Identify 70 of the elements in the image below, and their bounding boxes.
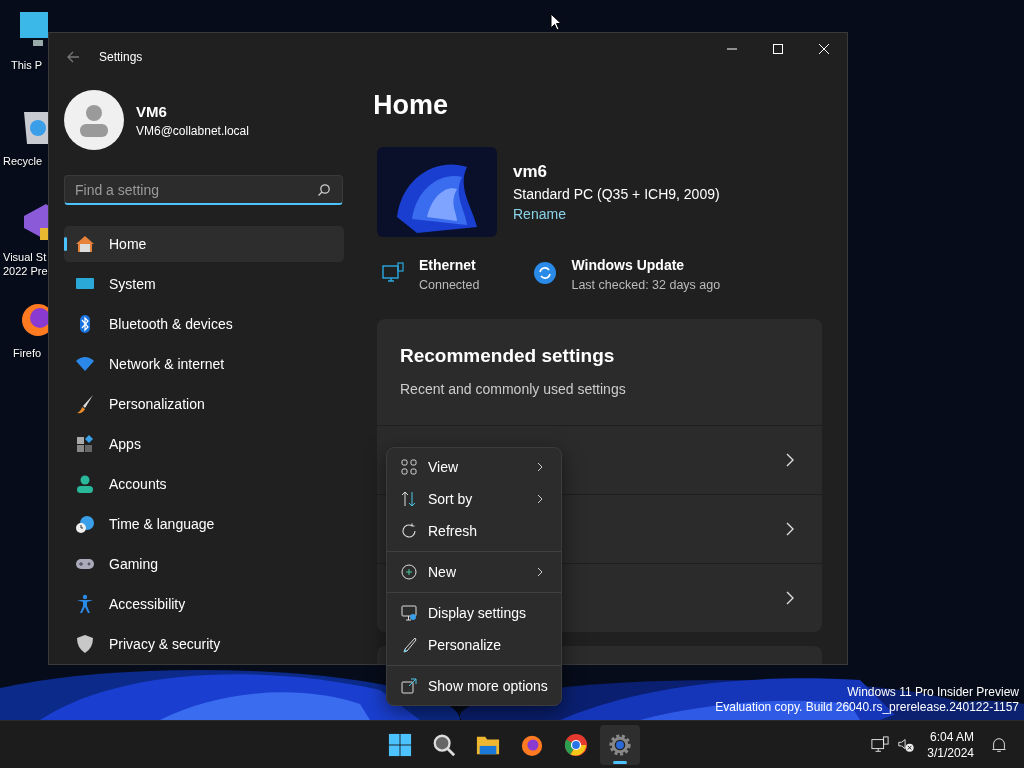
status-detail: Connected (419, 278, 480, 292)
rename-link[interactable]: Rename (513, 206, 720, 222)
nav-item[interactable]: Personalization (64, 386, 344, 422)
icon-label: Recycle (3, 154, 43, 168)
grid-icon (401, 459, 417, 475)
menu-item[interactable]: View (391, 451, 557, 483)
search-field[interactable]: Find a setting (64, 175, 343, 205)
bell-icon[interactable] (990, 735, 1008, 754)
shield-icon (75, 634, 95, 654)
nav-item[interactable]: System (64, 266, 344, 302)
chevron-right-icon[interactable] (786, 591, 794, 605)
nav-item[interactable]: Apps (64, 426, 344, 462)
nav-item[interactable]: Time & language (64, 506, 344, 542)
globe-clock-icon (75, 514, 95, 534)
network-computer-icon[interactable] (871, 735, 890, 754)
status-detail: Last checked: 32 days ago (571, 278, 721, 292)
menu-item[interactable]: Personalize (391, 629, 557, 661)
nav-item[interactable]: Accessibility (64, 586, 344, 622)
device-model: Standard PC (Q35 + ICH9, 2009) (513, 186, 720, 202)
user-name: VM6 (136, 102, 168, 120)
chevron-right-icon[interactable] (786, 522, 794, 536)
chevron-right-icon[interactable] (786, 453, 794, 467)
nav-item[interactable]: Bluetooth & devices (64, 306, 344, 342)
chevron-right-icon (537, 567, 543, 577)
icon-label: Firefo (12, 346, 42, 360)
page-title: Home (375, 90, 449, 121)
menu-item[interactable]: Show more options (391, 670, 557, 702)
person-icon (75, 474, 95, 494)
nav-item[interactable]: Accounts (64, 466, 344, 502)
build-info-text: Windows 11 Pro Insider Preview (847, 685, 1019, 700)
chevron-right-icon (537, 462, 543, 472)
refresh-icon (401, 523, 417, 539)
menu-item[interactable]: New (391, 556, 557, 588)
menu-item[interactable]: Refresh (391, 515, 557, 547)
nav-item[interactable]: Privacy & security (64, 626, 344, 662)
clock-time[interactable]: 6:04 AM (929, 728, 974, 745)
menu-item[interactable]: Sort by (391, 483, 557, 515)
nav-item[interactable]: Network & internet (64, 346, 344, 382)
clock-date[interactable]: 3/1/2024 (927, 744, 974, 761)
icon-label: Visual St (3, 250, 47, 264)
network-computer-icon (381, 261, 405, 285)
card-subtitle: Recent and commonly used settings (400, 381, 627, 397)
close-icon (819, 44, 829, 54)
plus-circle-icon (401, 564, 417, 580)
search-icon (317, 183, 331, 197)
sort-icon (401, 491, 417, 507)
sync-icon (533, 261, 558, 285)
nav-item[interactable]: Gaming (64, 546, 344, 582)
chevron-right-icon (537, 494, 543, 504)
nav-item[interactable]: Home (64, 226, 344, 262)
build-info-text: Evaluation copy. Build 26040.rs_prerelease.240122-1157 (715, 700, 1019, 715)
status-title: Windows Update (571, 257, 686, 273)
icon-label: This P (10, 58, 43, 72)
user-email: VM6@collabnet.local (136, 123, 249, 138)
status-title: Ethernet (419, 257, 477, 273)
device-name: vm6 (513, 162, 549, 182)
apps-icon (75, 434, 95, 454)
pen-icon (401, 637, 417, 653)
home-icon (75, 234, 95, 254)
card-title: Recommended settings (400, 345, 616, 367)
back-arrow-icon[interactable] (65, 49, 81, 65)
avatar-icon (64, 90, 124, 150)
cursor-icon (550, 13, 562, 31)
window-title: Settings (99, 50, 143, 64)
maximize-icon (773, 44, 783, 54)
expand-icon (401, 678, 417, 694)
icon-label: 2022 Pre (3, 264, 48, 278)
menu-item[interactable]: Display settings (391, 597, 557, 629)
display-icon (401, 605, 417, 621)
settings-icon[interactable] (600, 724, 640, 765)
